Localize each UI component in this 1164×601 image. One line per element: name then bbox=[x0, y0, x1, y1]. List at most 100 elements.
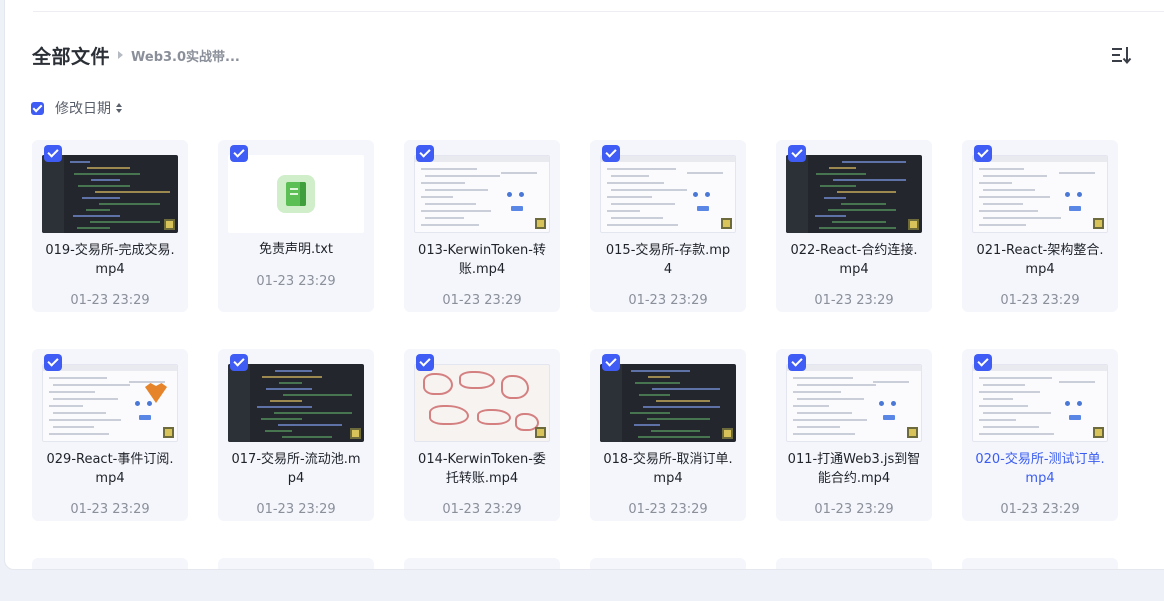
breadcrumb-separator-icon bbox=[118, 51, 124, 59]
file-thumbnail bbox=[228, 364, 364, 442]
checkbox-checked-icon[interactable] bbox=[44, 145, 62, 162]
file-card[interactable]: 013-KerwinToken-转 账.mp4 01-23 23:29 bbox=[404, 140, 560, 312]
file-modified-date: 01-23 23:29 bbox=[628, 293, 708, 308]
qr-code-icon bbox=[908, 219, 919, 230]
file-modified-date: 01-23 23:29 bbox=[814, 502, 894, 517]
file-name-line: 免责声明.txt bbox=[258, 242, 334, 257]
file-name-line: 017-交易所-流动池.m bbox=[231, 452, 361, 467]
file-thumbnail bbox=[228, 155, 364, 233]
checkbox-checked-icon[interactable] bbox=[230, 354, 248, 371]
file-thumbnail bbox=[972, 364, 1108, 442]
file-name[interactable]: 011-打通Web3.js到智 能合约.mp4 bbox=[782, 450, 926, 488]
file-thumbnail bbox=[600, 364, 736, 442]
file-thumbnail bbox=[414, 155, 550, 233]
file-name[interactable]: 013-KerwinToken-转 账.mp4 bbox=[410, 241, 554, 279]
file-name[interactable]: 022-React-合约连接. mp4 bbox=[782, 241, 926, 279]
qr-code-icon bbox=[907, 427, 918, 438]
metamask-fox-icon bbox=[145, 383, 167, 403]
file-name[interactable]: 021-React-架构整合. mp4 bbox=[968, 241, 1112, 279]
file-card[interactable]: 021-React-架构整合. mp4 01-23 23:29 bbox=[962, 140, 1118, 312]
checkbox-checked-icon[interactable] bbox=[44, 354, 62, 371]
file-name-line: mp4 bbox=[95, 471, 125, 486]
txt-file-icon bbox=[277, 175, 315, 213]
file-modified-date: 01-23 23:29 bbox=[442, 293, 522, 308]
file-card-partial[interactable] bbox=[962, 558, 1118, 569]
file-card[interactable]: 免责声明.txt 01-23 23:29 bbox=[218, 140, 374, 312]
file-thumbnail bbox=[600, 155, 736, 233]
file-name-line: 018-交易所-取消订单. bbox=[603, 452, 733, 467]
file-name-line: 011-打通Web3.js到智 bbox=[787, 452, 921, 467]
qr-code-icon bbox=[535, 218, 546, 229]
file-card[interactable]: 019-交易所-完成交易. mp4 01-23 23:29 bbox=[32, 140, 188, 312]
file-card[interactable]: 015-交易所-存款.mp 4 01-23 23:29 bbox=[590, 140, 746, 312]
file-thumbnail bbox=[414, 364, 550, 442]
breadcrumb-root[interactable]: 全部文件 bbox=[32, 42, 110, 69]
checkbox-checked-icon[interactable] bbox=[788, 354, 806, 371]
sort-order-icon[interactable] bbox=[116, 103, 122, 113]
file-name[interactable]: 017-交易所-流动池.m p4 bbox=[224, 450, 368, 488]
file-modified-date: 01-23 23:29 bbox=[1000, 293, 1080, 308]
file-card[interactable]: 017-交易所-流动池.m p4 01-23 23:29 bbox=[218, 349, 374, 521]
file-card[interactable]: 018-交易所-取消订单. mp4 01-23 23:29 bbox=[590, 349, 746, 521]
file-card[interactable]: 014-KerwinToken-委 托转账.mp4 01-23 23:29 bbox=[404, 349, 560, 521]
checkbox-checked-icon[interactable] bbox=[416, 354, 434, 371]
file-card[interactable]: 011-打通Web3.js到智 能合约.mp4 01-23 23:29 bbox=[776, 349, 932, 521]
file-card[interactable]: 020-交易所-测试订单. mp4 01-23 23:29 bbox=[962, 349, 1118, 521]
file-name-line: mp4 bbox=[95, 262, 125, 277]
file-modified-date: 01-23 23:29 bbox=[628, 502, 708, 517]
file-name-line: 4 bbox=[663, 262, 673, 277]
qr-code-icon bbox=[535, 427, 546, 438]
file-name-line: 托转账.mp4 bbox=[445, 471, 519, 486]
file-thumbnail bbox=[42, 155, 178, 233]
qr-code-icon bbox=[163, 427, 174, 438]
qr-code-icon bbox=[722, 428, 733, 439]
file-name[interactable]: 015-交易所-存款.mp 4 bbox=[596, 241, 740, 279]
file-name-line: mp4 bbox=[839, 262, 869, 277]
file-modified-date: 01-23 23:29 bbox=[256, 502, 336, 517]
checkbox-checked-icon[interactable] bbox=[974, 354, 992, 371]
checkbox-checked-icon[interactable] bbox=[602, 354, 620, 371]
file-name-line: mp4 bbox=[1025, 471, 1055, 486]
file-name-line: 019-交易所-完成交易. bbox=[45, 243, 175, 258]
file-name-line: 021-React-架构整合. bbox=[976, 243, 1104, 258]
qr-code-icon bbox=[164, 219, 175, 230]
checkbox-checked-icon[interactable] bbox=[788, 145, 806, 162]
select-sort-bar: 修改日期 bbox=[31, 98, 122, 118]
sort-by-modified-date[interactable]: 修改日期 bbox=[55, 98, 111, 118]
file-card-partial[interactable] bbox=[776, 558, 932, 569]
file-card-partial[interactable] bbox=[32, 558, 188, 569]
file-card-partial[interactable] bbox=[218, 558, 374, 569]
checkbox-checked-icon[interactable] bbox=[416, 145, 434, 162]
file-name-line: 015-交易所-存款.mp bbox=[605, 243, 731, 258]
checkbox-checked-icon[interactable] bbox=[602, 145, 620, 162]
file-name[interactable]: 免责声明.txt bbox=[224, 240, 368, 259]
file-name-line: mp4 bbox=[1025, 262, 1055, 277]
file-modified-date: 01-23 23:29 bbox=[814, 293, 894, 308]
file-name-line: 014-KerwinToken-委 bbox=[418, 452, 546, 467]
file-name[interactable]: 019-交易所-完成交易. mp4 bbox=[38, 241, 182, 279]
file-name[interactable]: 029-React-事件订阅. mp4 bbox=[38, 450, 182, 488]
file-name[interactable]: 014-KerwinToken-委 托转账.mp4 bbox=[410, 450, 554, 488]
file-thumbnail bbox=[42, 364, 178, 442]
file-name-line: 能合约.mp4 bbox=[817, 471, 891, 486]
file-name-line: 013-KerwinToken-转 bbox=[418, 243, 546, 258]
checkbox-checked-icon[interactable] bbox=[974, 145, 992, 162]
qr-code-icon bbox=[350, 428, 361, 439]
file-thumbnail bbox=[786, 155, 922, 233]
select-all-checkbox[interactable] bbox=[31, 101, 44, 115]
file-name[interactable]: 018-交易所-取消订单. mp4 bbox=[596, 450, 740, 488]
file-card-partial[interactable] bbox=[404, 558, 560, 569]
file-card[interactable]: 029-React-事件订阅. mp4 01-23 23:29 bbox=[32, 349, 188, 521]
file-name[interactable]: 020-交易所-测试订单. mp4 bbox=[968, 450, 1112, 488]
qr-code-icon bbox=[721, 218, 732, 229]
file-thumbnail bbox=[786, 364, 922, 442]
breadcrumb: 全部文件 Web3.0实战带... bbox=[32, 42, 240, 68]
file-card-partial[interactable] bbox=[590, 558, 746, 569]
breadcrumb-current[interactable]: Web3.0实战带... bbox=[131, 46, 240, 65]
file-modified-date: 01-23 23:29 bbox=[256, 274, 336, 289]
file-card[interactable]: 022-React-合约连接. mp4 01-23 23:29 bbox=[776, 140, 932, 312]
file-modified-date: 01-23 23:29 bbox=[442, 502, 522, 517]
sort-list-icon[interactable] bbox=[1111, 45, 1133, 65]
file-panel: 全部文件 Web3.0实战带... 修改日期 019-交易所-完成交易. mp4 … bbox=[4, 0, 1164, 570]
checkbox-checked-icon[interactable] bbox=[230, 145, 248, 162]
